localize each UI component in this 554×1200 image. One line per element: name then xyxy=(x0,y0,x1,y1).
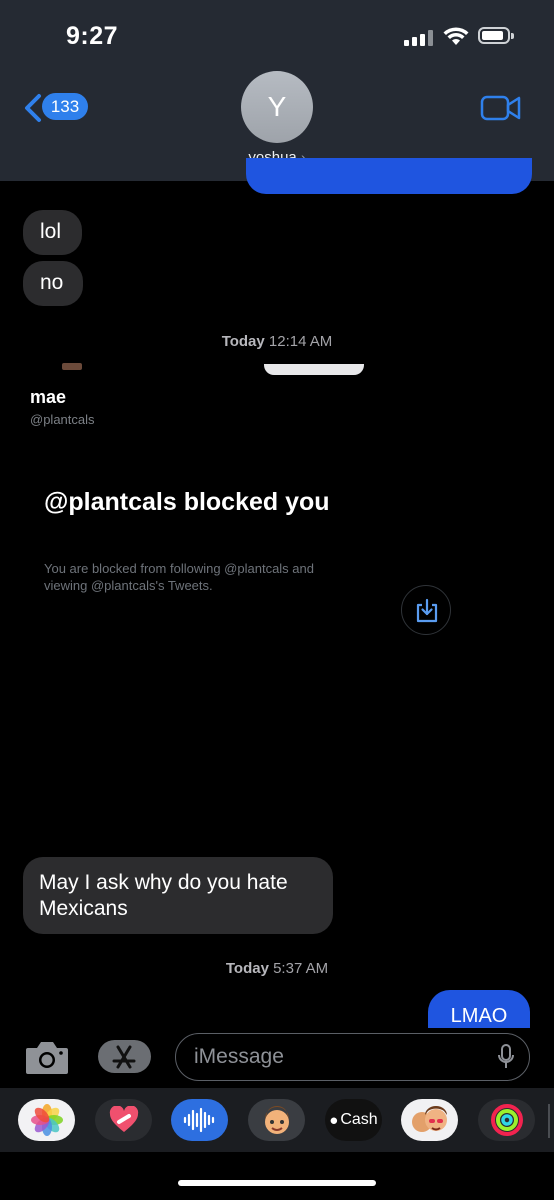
camera-icon[interactable] xyxy=(24,1038,70,1078)
home-indicator[interactable] xyxy=(178,1180,376,1186)
strip-divider xyxy=(548,1104,550,1138)
message-text: lol xyxy=(40,220,62,243)
save-image-button[interactable] xyxy=(401,585,451,635)
cellular-signal-icon xyxy=(404,30,434,46)
received-message-bubble[interactable]: no xyxy=(23,261,83,306)
memoji-icon xyxy=(264,1106,289,1134)
message-text: May I ask why do you hate Mexicans xyxy=(39,871,288,920)
app-store-icon xyxy=(112,1045,136,1069)
imessage-input[interactable]: iMessage xyxy=(175,1033,530,1081)
message-timestamp: Today 5:37 AM xyxy=(0,960,554,977)
profile-name: mae xyxy=(30,387,67,407)
blocked-title: @plantcals blocked you xyxy=(44,488,330,516)
microphone-icon[interactable] xyxy=(497,1044,515,1070)
app-store-button[interactable] xyxy=(98,1040,151,1073)
activity-app-button[interactable] xyxy=(478,1099,535,1141)
apple-cash-label: Cash xyxy=(340,1111,378,1128)
message-text: LMAO xyxy=(450,1005,508,1027)
photos-icon xyxy=(30,1104,63,1136)
audio-waveform-icon xyxy=(183,1107,214,1133)
sent-message-bubble[interactable] xyxy=(246,158,532,194)
battery-icon xyxy=(478,27,514,44)
timestamp-time: 5:37 AM xyxy=(273,960,329,977)
message-text: no xyxy=(40,271,64,294)
audio-message-app-button[interactable] xyxy=(171,1099,228,1141)
back-chevron-icon[interactable] xyxy=(22,93,44,123)
digital-touch-app-button[interactable] xyxy=(95,1099,152,1141)
photos-app-button[interactable] xyxy=(18,1099,75,1141)
timestamp-time: 12:14 AM xyxy=(268,333,333,350)
blocked-description: You are blocked from following @plantcal… xyxy=(44,561,314,593)
memoji-app-button[interactable] xyxy=(248,1099,305,1141)
activity-rings-icon xyxy=(490,1104,523,1136)
video-call-icon[interactable] xyxy=(480,93,522,123)
timestamp-day: Today xyxy=(225,960,269,977)
profile-handle: @plantcals xyxy=(30,412,95,427)
sheet-handle xyxy=(264,364,364,375)
download-icon xyxy=(416,598,438,623)
apple-cash-app-button[interactable]: ● Cash xyxy=(325,1099,382,1141)
received-message-bubble[interactable]: lol xyxy=(23,210,82,255)
profile-photo-fragment xyxy=(62,363,82,370)
apple-logo-icon: ● xyxy=(329,1111,339,1129)
imessage-placeholder: iMessage xyxy=(194,1045,284,1068)
back-unread-badge[interactable]: 133 xyxy=(42,93,88,120)
received-message-bubble[interactable]: May I ask why do you hate Mexicans xyxy=(23,857,333,934)
avatar[interactable]: Y xyxy=(241,71,313,143)
status-time: 9:27 xyxy=(66,22,119,50)
message-timestamp: Today 12:14 AM xyxy=(0,333,554,350)
memoji-stickers-app-button[interactable] xyxy=(401,1099,458,1141)
timestamp-day: Today xyxy=(221,333,265,350)
wifi-icon xyxy=(443,27,469,45)
memoji-stickers-icon xyxy=(411,1106,447,1132)
heart-icon xyxy=(109,1106,138,1132)
